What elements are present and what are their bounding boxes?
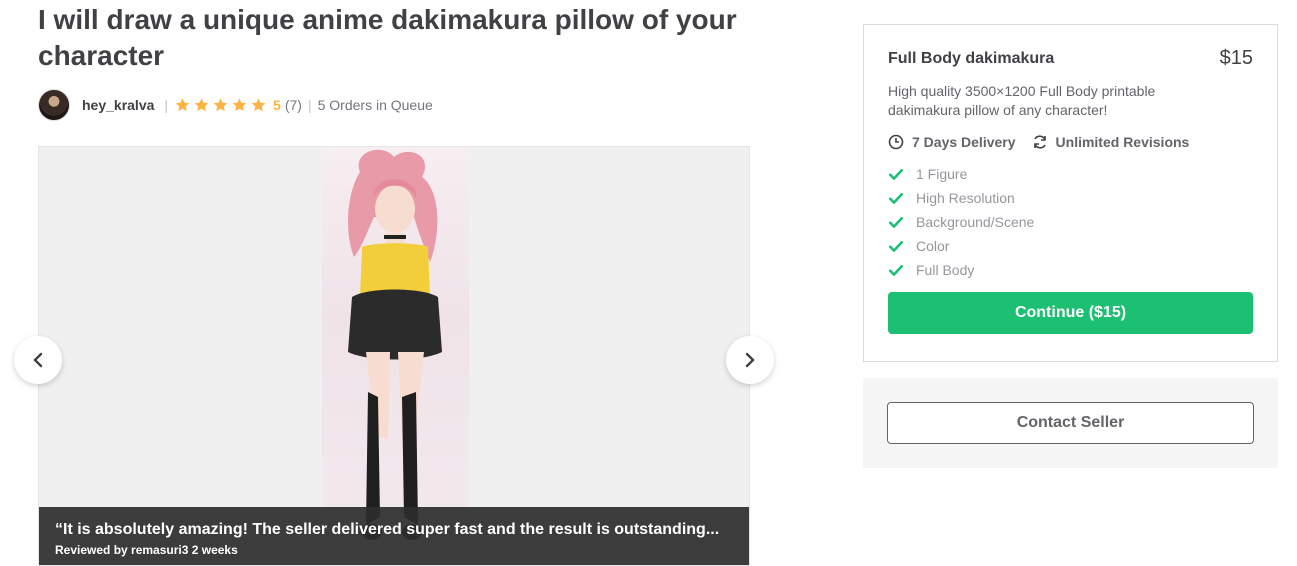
feature-item: 1 Figure (888, 162, 1253, 186)
check-icon (888, 192, 904, 205)
orders-in-queue: 5 Orders in Queue (317, 97, 433, 113)
revisions-label: Unlimited Revisions (1055, 134, 1190, 150)
gig-gallery[interactable]: “It is absolutely amazing! The seller de… (38, 146, 750, 566)
rating-score: 5 (273, 97, 281, 113)
continue-button[interactable]: Continue ($15) (888, 292, 1253, 334)
divider: | (164, 97, 169, 113)
delivery-time: 7 Days Delivery (888, 134, 1016, 150)
star-icon (175, 98, 190, 112)
star-icon (251, 98, 266, 112)
package-description: High quality 3500×1200 Full Body printab… (888, 83, 1156, 118)
anime-character-illustration (348, 149, 442, 540)
rating-count[interactable]: (7) (285, 97, 302, 113)
package-title: Full Body dakimakura (888, 49, 1055, 67)
contact-seller-panel: Contact Seller (863, 378, 1278, 468)
star-icon (232, 98, 247, 112)
review-author: Reviewed by remasuri3 2 weeks (55, 543, 238, 557)
star-rating (174, 97, 269, 113)
feature-item: Background/Scene (888, 210, 1253, 234)
feature-item: High Resolution (888, 186, 1253, 210)
chevron-left-icon (33, 352, 43, 368)
seller-overview: hey_kralva | 5 (7) | 5 Orders in Queue (38, 88, 433, 122)
check-icon (888, 216, 904, 229)
refresh-icon (1033, 135, 1046, 149)
package-price: $15 (1219, 47, 1253, 69)
feature-list: 1 Figure High Resolution Background/Scen… (888, 162, 1253, 282)
chevron-right-icon (745, 352, 755, 368)
check-icon (888, 240, 904, 253)
package-card: Full Body dakimakura $15 High quality 35… (863, 24, 1278, 362)
seller-name-link[interactable]: hey_kralva (82, 97, 154, 113)
feature-item: Full Body (888, 258, 1253, 282)
delivery-label: 7 Days Delivery (912, 134, 1016, 150)
contact-seller-button[interactable]: Contact Seller (887, 402, 1254, 444)
gig-title: I will draw a unique anime dakimakura pi… (38, 4, 737, 71)
star-icon (213, 98, 228, 112)
check-icon (888, 168, 904, 181)
star-icon (194, 98, 209, 112)
review-highlight[interactable]: “It is absolutely amazing! The seller de… (39, 507, 749, 565)
clock-icon (888, 134, 904, 150)
divider: | (307, 97, 312, 113)
review-quote: “It is absolutely amazing! The seller de… (55, 521, 720, 538)
feature-item: Color (888, 234, 1253, 258)
seller-avatar[interactable] (38, 89, 70, 121)
gallery-next-button[interactable] (726, 336, 774, 384)
revisions: Unlimited Revisions (1032, 134, 1190, 150)
gallery-image (322, 147, 469, 565)
check-icon (888, 264, 904, 277)
gallery-prev-button[interactable] (14, 336, 62, 384)
